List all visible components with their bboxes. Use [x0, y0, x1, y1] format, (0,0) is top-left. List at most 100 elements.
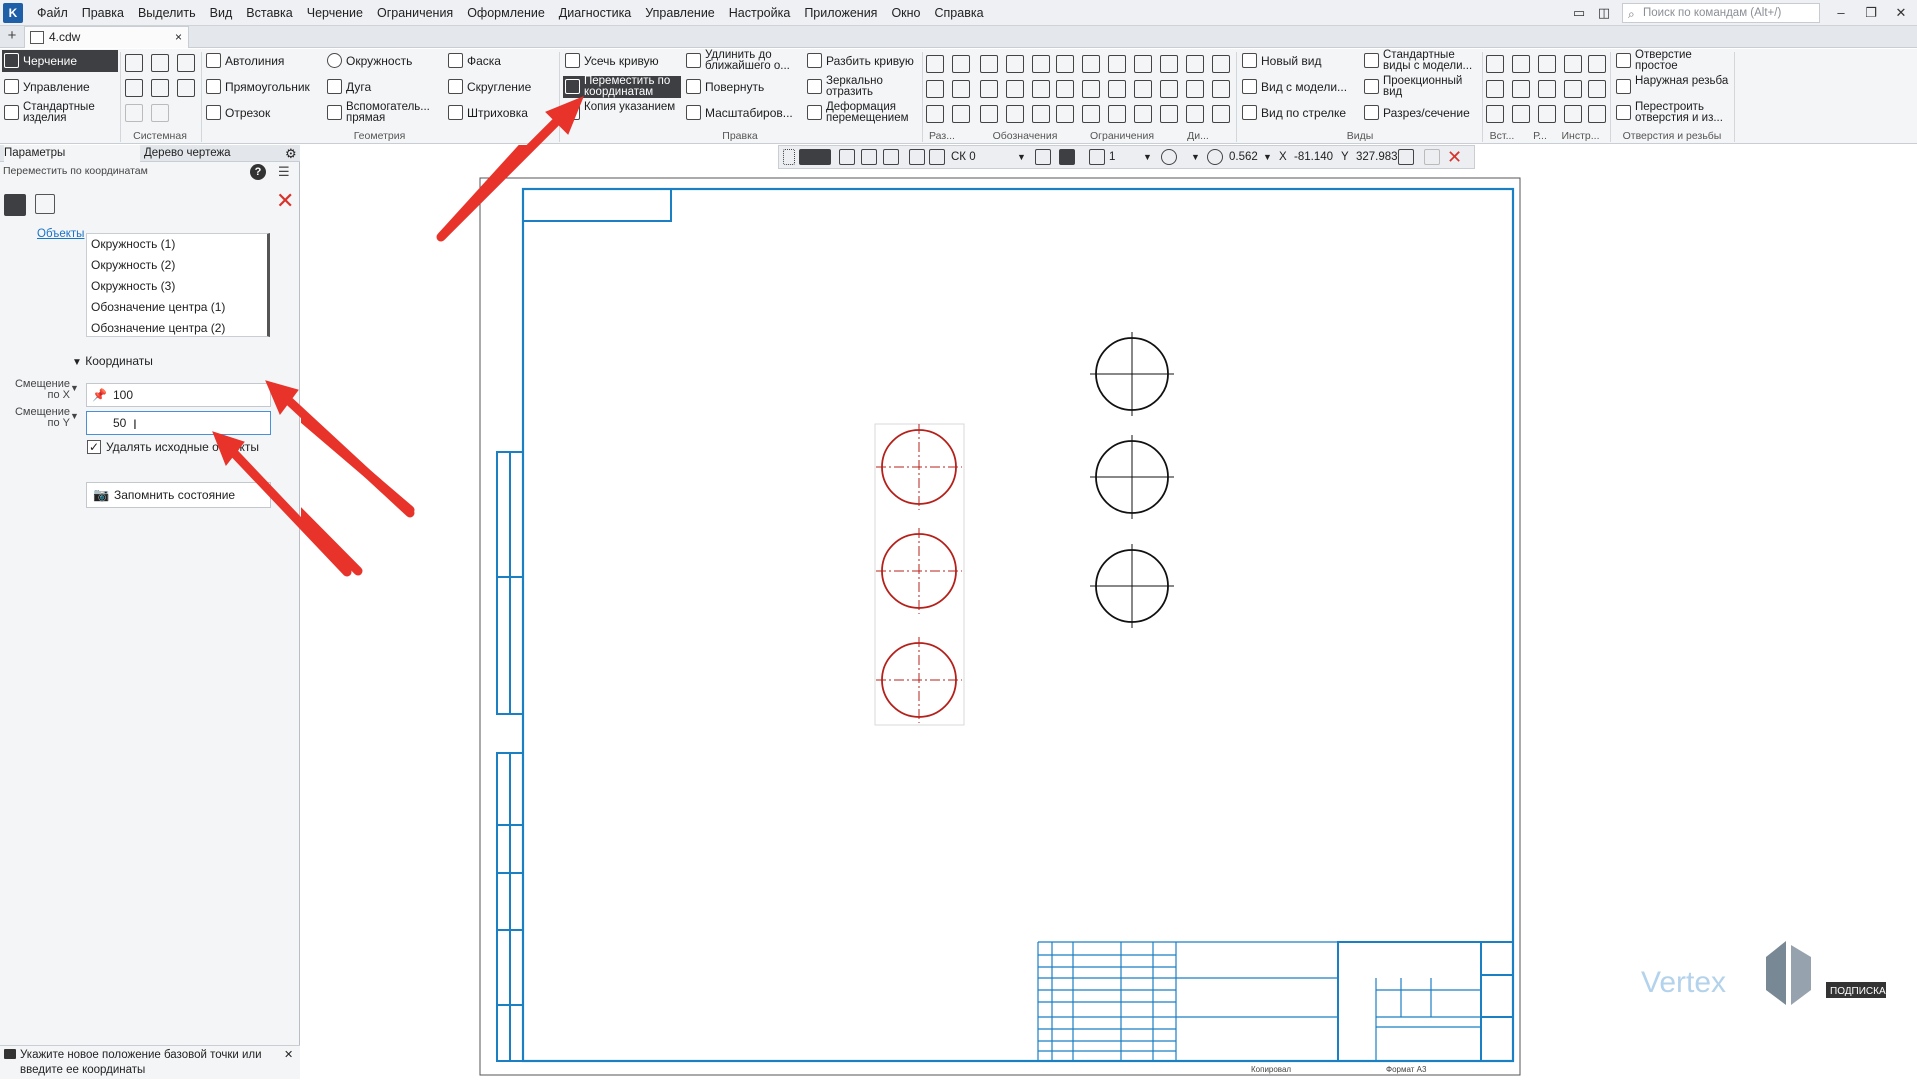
app-logo-icon[interactable]: K — [3, 3, 23, 23]
tool-icon[interactable] — [1134, 55, 1152, 73]
pin-icon[interactable]: 📌 — [92, 384, 107, 406]
external-thread-button[interactable]: Наружная резьба — [1614, 75, 1732, 98]
tool-icon[interactable] — [1588, 105, 1606, 123]
tool-icon[interactable] — [980, 55, 998, 73]
menu-item[interactable]: Справка — [928, 6, 991, 20]
tool-icon[interactable] — [926, 80, 944, 98]
split-curve-button[interactable]: Разбить кривую — [805, 50, 920, 72]
tab-parameters[interactable]: Параметры — [4, 145, 140, 162]
menu-item[interactable]: Диагностика — [552, 6, 638, 20]
tool-icon[interactable] — [1006, 105, 1024, 123]
tool-icon[interactable] — [952, 80, 970, 98]
rotate-button[interactable]: Повернуть — [684, 76, 802, 98]
delete-source-checkbox[interactable]: ✓ — [87, 440, 101, 454]
view-by-arrow-button[interactable]: Вид по стрелке — [1240, 102, 1358, 124]
y-coordinate[interactable]: 327.983 — [1356, 146, 1398, 168]
projection-view-button[interactable]: Проекционный вид — [1362, 75, 1480, 98]
tool-icon[interactable] — [1212, 80, 1230, 98]
new-view-button[interactable]: Новый вид — [1240, 50, 1358, 72]
layer-icon[interactable] — [1089, 149, 1105, 165]
preview-icon[interactable] — [151, 79, 169, 97]
tool-icon[interactable] — [1186, 80, 1204, 98]
layout-icon[interactable]: ▭ — [1568, 3, 1590, 23]
menu-item[interactable]: Ограничения — [370, 6, 460, 20]
remember-state-button[interactable]: 📷 Запомнить состояние — [86, 482, 271, 508]
snap-toggle-icon[interactable] — [1059, 149, 1075, 165]
snap-menu-icon[interactable] — [799, 149, 831, 165]
new-tab-button[interactable]: + — [3, 27, 21, 45]
tool-icon[interactable] — [1564, 80, 1582, 98]
tool-icon[interactable] — [980, 80, 998, 98]
cancel-icon[interactable]: ✕ — [1447, 146, 1462, 168]
coord-input-icon[interactable] — [1398, 149, 1414, 165]
status-close-button[interactable]: ✕ — [284, 1048, 293, 1063]
x-coordinate[interactable]: -81.140 — [1294, 146, 1333, 168]
object-list-item[interactable]: Окружность (2) — [87, 255, 267, 276]
drawing-canvas[interactable]: Копировал Формат А3 Vertex ПОДПИСКА — [222, 100, 1917, 1079]
standard-views-button[interactable]: Стандартные виды с модели... — [1362, 49, 1480, 72]
menu-item[interactable]: Вид — [203, 6, 240, 20]
autoline-button[interactable]: Автолиния — [204, 50, 322, 72]
menu-item[interactable]: Выделить — [131, 6, 203, 20]
circle-button[interactable]: Окружность — [325, 50, 443, 72]
mode-manage[interactable]: Управление — [2, 76, 118, 98]
tool-icon[interactable] — [1564, 105, 1582, 123]
save-icon[interactable] — [177, 54, 195, 72]
ortho-icon[interactable] — [839, 149, 855, 165]
command-search-input[interactable]: ⌕ Поиск по командам (Alt+/) — [1622, 3, 1820, 23]
layer-value[interactable]: 1 — [1109, 146, 1115, 168]
simple-hole-button[interactable]: Отверстие простое — [1614, 49, 1732, 72]
rebuild-holes-button[interactable]: Перестроить отверстия и из... — [1614, 101, 1732, 124]
tool-icon[interactable] — [926, 55, 944, 73]
print-icon[interactable] — [125, 79, 143, 97]
snap-mode-icon[interactable] — [35, 194, 55, 214]
open-file-icon[interactable] — [151, 54, 169, 72]
menu-item[interactable]: Правка — [75, 6, 131, 20]
menu-item[interactable]: Черчение — [300, 6, 370, 20]
tool-icon[interactable] — [1082, 55, 1100, 73]
save-all-icon[interactable] — [177, 79, 195, 97]
menu-item[interactable]: Управление — [638, 6, 722, 20]
coords-section-header[interactable]: ▼ Координаты — [72, 354, 153, 368]
tool-icon[interactable] — [952, 105, 970, 123]
refresh-icon[interactable] — [883, 149, 899, 165]
cancel-command-button[interactable]: ✕ — [276, 190, 294, 212]
tool-icon[interactable] — [1212, 55, 1230, 73]
object-list-item[interactable]: Обозначение центра (1) — [87, 297, 267, 318]
tool-icon[interactable] — [1512, 55, 1530, 73]
grid-icon[interactable] — [909, 149, 925, 165]
tool-icon[interactable] — [1160, 80, 1178, 98]
tool-icon[interactable] — [1006, 80, 1024, 98]
object-list-item[interactable]: Обозначение центра (2) — [87, 318, 267, 336]
panel-icon[interactable]: ◫ — [1593, 3, 1615, 23]
redo-icon[interactable] — [151, 104, 169, 122]
restore-button[interactable]: ❐ — [1860, 3, 1882, 23]
tool-icon[interactable] — [1486, 105, 1504, 123]
zoom-value-dropdown-icon[interactable]: ▼ — [1263, 146, 1272, 168]
local-cs-icon[interactable] — [861, 149, 877, 165]
layer-dropdown-icon[interactable]: ▼ — [1143, 146, 1152, 168]
tool-icon[interactable] — [1564, 55, 1582, 73]
cs-value[interactable]: СК 0 — [951, 146, 976, 168]
zoom-window-icon[interactable] — [1161, 149, 1177, 165]
tool-icon[interactable] — [1186, 105, 1204, 123]
hatch-button[interactable]: Штриховка — [446, 102, 556, 124]
tool-icon[interactable] — [1186, 55, 1204, 73]
menu-item[interactable]: Оформление — [460, 6, 552, 20]
apply-icon[interactable] — [1424, 149, 1440, 165]
new-file-icon[interactable] — [125, 54, 143, 72]
tool-icon[interactable] — [1134, 80, 1152, 98]
params-mode-icon[interactable] — [4, 194, 26, 216]
move-by-coords-button[interactable]: Переместить по координатам — [563, 75, 681, 98]
mode-drawing[interactable]: Черчение — [2, 50, 118, 72]
tool-icon[interactable] — [1056, 105, 1074, 123]
tool-icon[interactable] — [1538, 80, 1556, 98]
menu-item[interactable]: Файл — [30, 6, 75, 20]
mode-standard-items[interactable]: Стандартные изделия — [2, 101, 118, 124]
close-window-button[interactable]: ✕ — [1890, 3, 1912, 23]
tool-icon[interactable] — [1108, 105, 1126, 123]
tab-drawing-tree[interactable]: Дерево чертежа — [144, 145, 284, 162]
chamfer-button[interactable]: Фаска — [446, 50, 556, 72]
tool-icon[interactable] — [1512, 105, 1530, 123]
trim-curve-button[interactable]: Усечь кривую — [563, 50, 681, 72]
